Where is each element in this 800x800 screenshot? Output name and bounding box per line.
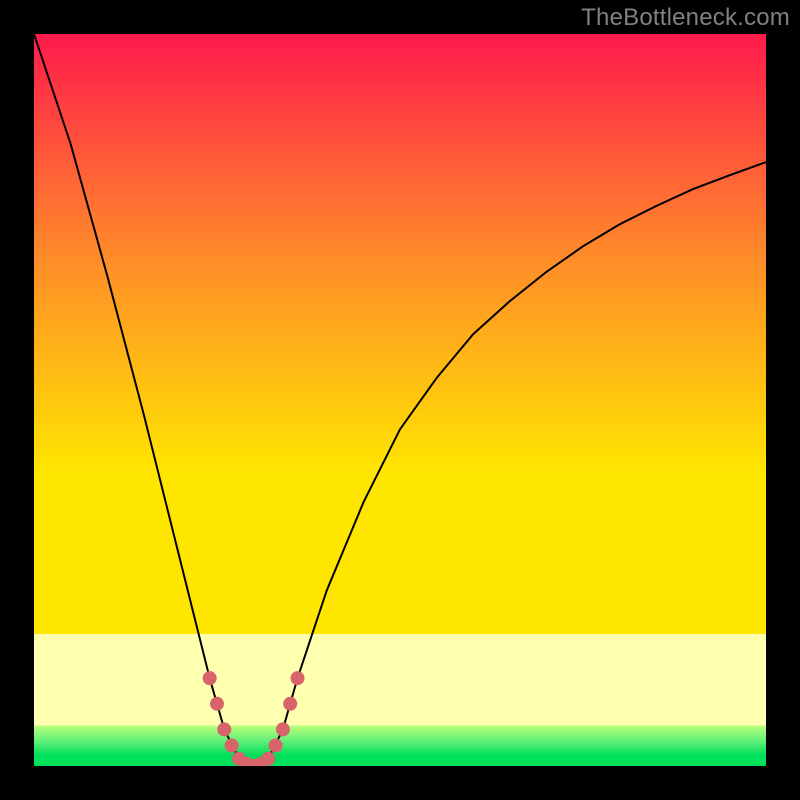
optimum-marker-dot — [291, 671, 305, 685]
bottleneck-chart — [34, 34, 766, 766]
optimum-marker-dot — [283, 697, 297, 711]
optimum-marker-dot — [225, 739, 239, 753]
chart-frame: TheBottleneck.com — [0, 0, 800, 800]
optimum-marker-dot — [269, 739, 283, 753]
gradient-background — [34, 34, 766, 766]
optimum-marker-dot — [210, 697, 224, 711]
plot-area — [34, 34, 766, 766]
optimum-marker-dot — [217, 722, 231, 736]
optimum-marker-dot — [276, 722, 290, 736]
optimum-marker-dot — [203, 671, 217, 685]
watermark-text: TheBottleneck.com — [581, 4, 790, 32]
optimum-marker-dot — [261, 752, 275, 766]
